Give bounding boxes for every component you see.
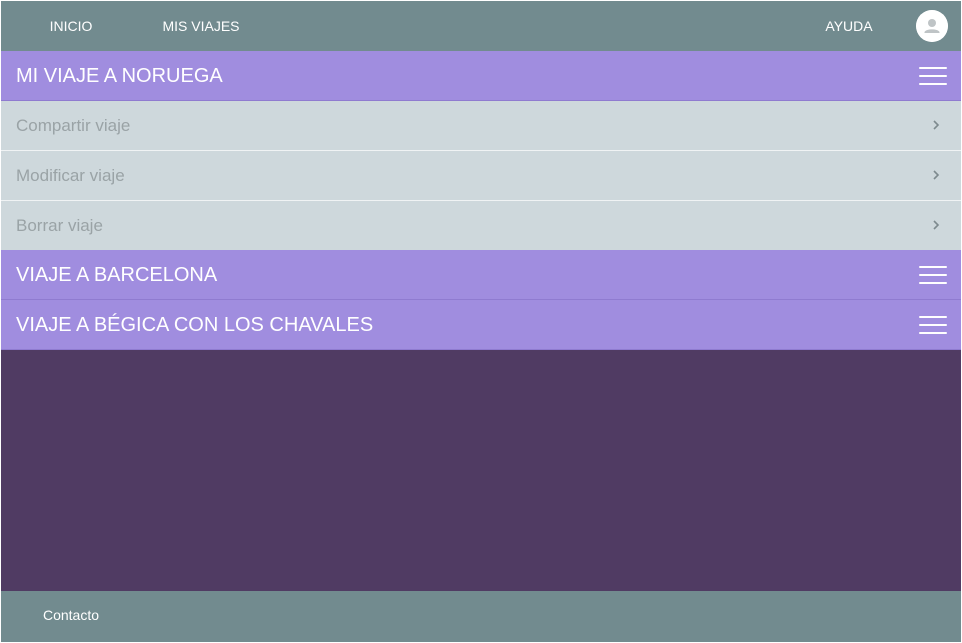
action-compartir-viaje[interactable]: Compartir viaje (1, 101, 961, 151)
trip-title: VIAJE A BÉGICA CON LOS CHAVALES (16, 314, 374, 336)
trip-title: MI VIAJE A NORUEGA (16, 65, 223, 87)
action-label: Borrar viaje (16, 216, 103, 235)
action-borrar-viaje[interactable]: Borrar viaje (1, 201, 961, 251)
trip-title: VIAJE A BARCELONA (16, 264, 218, 286)
trip-header-noruega[interactable]: MI VIAJE A NORUEGA (1, 51, 961, 101)
chevron-right-icon (933, 120, 940, 130)
trip-header-begica[interactable]: VIAJE A BÉGICA CON LOS CHAVALES (1, 300, 961, 350)
hamburger-menu-icon[interactable] (919, 266, 947, 284)
footer-contacto-link[interactable]: Contacto (1, 591, 141, 639)
nav-mis-viajes[interactable]: MIS VIAJES (141, 1, 261, 51)
user-avatar-button[interactable] (916, 10, 948, 42)
footer: Contacto (1, 591, 961, 642)
top-navbar: INICIO MIS VIAJES AYUDA (1, 1, 961, 51)
trip-header-barcelona[interactable]: VIAJE A BARCELONA (1, 250, 961, 300)
user-avatar-icon (916, 10, 948, 42)
nav-inicio[interactable]: INICIO (1, 1, 141, 51)
chevron-right-icon (933, 170, 940, 180)
chevron-right-icon (933, 220, 940, 230)
action-label: Compartir viaje (16, 116, 131, 135)
action-label: Modificar viaje (16, 166, 125, 185)
app-frame: INICIO MIS VIAJES AYUDA MI VIAJE A NORUE… (1, 1, 961, 642)
hamburger-menu-icon[interactable] (919, 316, 947, 334)
action-modificar-viaje[interactable]: Modificar viaje (1, 151, 961, 201)
hamburger-menu-icon[interactable] (919, 67, 947, 85)
nav-ayuda[interactable]: AYUDA (809, 1, 889, 51)
